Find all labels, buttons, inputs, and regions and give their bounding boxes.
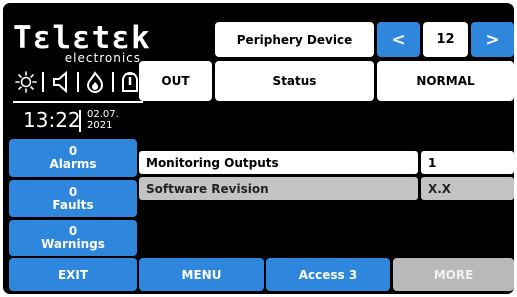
menu-button[interactable]: MENU (139, 258, 264, 291)
panel-screen: Tεlεtεk electronics 13:22 02.07. 2021 0 … (3, 3, 514, 294)
page-title: Periphery Device (215, 22, 374, 57)
faults-count: 0 (68, 184, 78, 199)
fire-icon (82, 69, 108, 95)
software-revision-value: X.X (421, 177, 514, 200)
exit-button[interactable]: EXIT (9, 258, 137, 291)
status-label: Status (215, 61, 374, 101)
clock-date-daymonth: 02.07. (87, 109, 119, 120)
status-icons (13, 67, 143, 97)
clock-time: 13:22 (23, 108, 81, 132)
more-button[interactable]: MORE (393, 258, 514, 291)
teletek-logo-subtitle: electronics (64, 51, 141, 65)
warnings-label: Warnings (41, 237, 105, 251)
header-divider (13, 101, 143, 103)
monitoring-outputs-value[interactable]: 1 (421, 151, 514, 174)
device-number: 12 (423, 22, 468, 57)
alarms-button[interactable]: 0 Alarms (9, 139, 137, 177)
chevron-right-icon: > (485, 29, 500, 50)
chevron-left-icon: < (391, 29, 406, 50)
icon-divider (42, 72, 45, 92)
clock-date-year: 2021 (87, 120, 113, 131)
faults-label: Faults (52, 197, 94, 212)
status-value: NORMAL (377, 61, 514, 101)
clock-divider (79, 110, 81, 132)
icon-divider (76, 72, 79, 92)
alarms-label: Alarms (49, 157, 97, 171)
brightness-icon[interactable] (13, 69, 39, 95)
faults-button[interactable]: 0 Faults (9, 180, 137, 217)
software-revision-label: Software Revision (139, 177, 418, 200)
icon-divider (111, 72, 114, 92)
prev-button[interactable]: < (377, 22, 420, 57)
device-type: OUT (139, 61, 212, 101)
access-level-button[interactable]: Access 3 (266, 258, 390, 291)
teletek-logo: Tεlεtεk (13, 20, 151, 56)
clock-date: 02.07. 2021 (87, 109, 119, 131)
monitoring-outputs-label: Monitoring Outputs (139, 151, 418, 174)
warnings-button[interactable]: 0 Warnings (9, 220, 137, 256)
speaker-icon[interactable] (48, 69, 74, 95)
next-button[interactable]: > (471, 22, 514, 57)
